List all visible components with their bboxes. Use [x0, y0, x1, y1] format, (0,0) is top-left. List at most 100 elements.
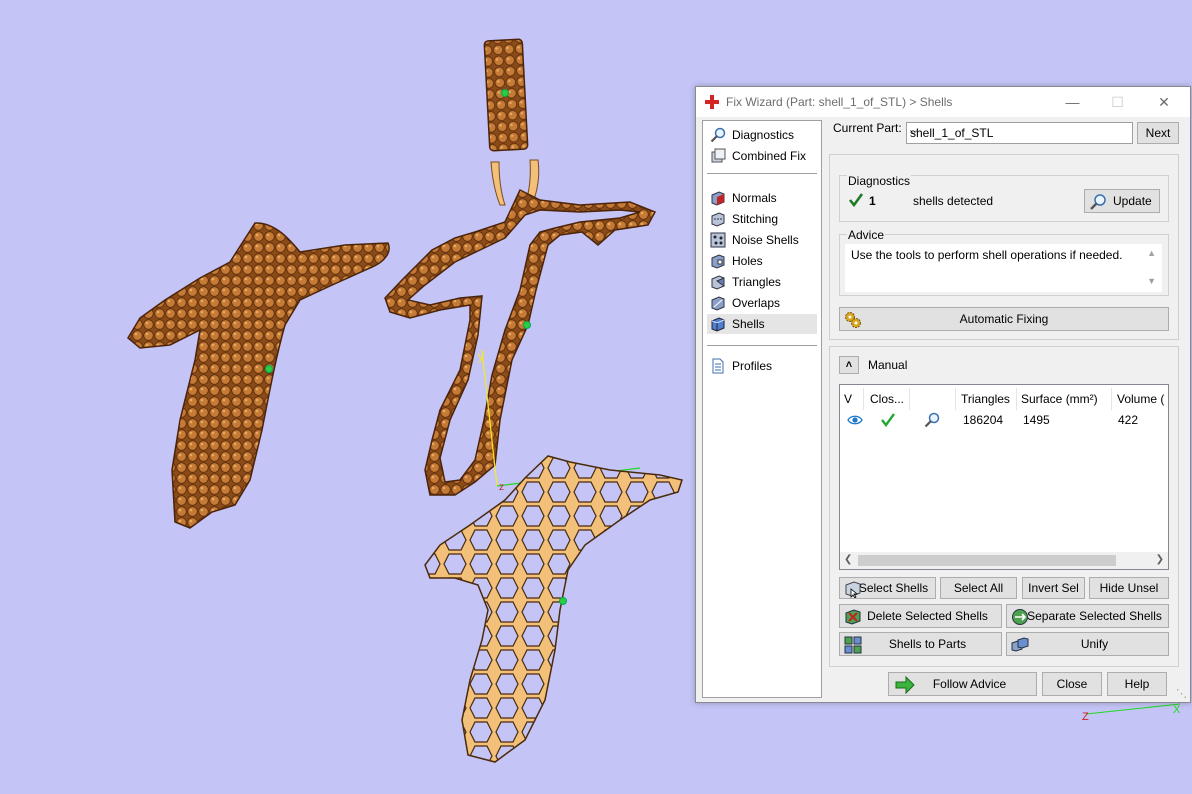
closed-checkmark-icon [881, 413, 895, 427]
scroll-up-icon[interactable]: ▲ [1147, 248, 1156, 258]
horizontal-scrollbar[interactable]: ❮ ❯ [840, 552, 1168, 569]
resize-grip-icon[interactable]: ⋱ [1176, 687, 1187, 700]
close-button[interactable]: Close [1042, 672, 1102, 696]
green-arrow-icon [895, 676, 915, 694]
nav-divider [707, 345, 817, 346]
automatic-fixing-label: Automatic Fixing [959, 312, 1049, 326]
nav-item-shells[interactable]: Shells [707, 314, 817, 334]
help-button[interactable]: Help [1107, 672, 1167, 696]
nav-item-overlaps[interactable]: Overlaps [707, 293, 817, 313]
row-surface: 1495 [1023, 413, 1050, 427]
nav-item-label: Overlaps [732, 296, 781, 310]
hide-unselected-button[interactable]: Hide Unsel [1089, 577, 1169, 599]
select-shells-button[interactable]: Select Shells [839, 577, 936, 599]
advice-text: Use the tools to perform shell operation… [851, 248, 1123, 262]
unify-label: Unify [1080, 637, 1109, 651]
nav-item-profiles[interactable]: Profiles [707, 356, 817, 376]
fix-wizard-dialog: Fix Wizard (Part: shell_1_of_STL) > Shel… [695, 86, 1191, 703]
nav-item-label: Profiles [732, 359, 773, 373]
nav-item-label: Shells [732, 317, 765, 331]
middle-outline-part [384, 188, 657, 496]
honeycomb-part-marker [559, 597, 567, 605]
bail-marker [501, 89, 509, 97]
chevron-up-icon: ˄ [845, 359, 853, 371]
separate-selected-shells-button[interactable]: Separate Selected Shells [1006, 604, 1169, 628]
shells-to-parts-button[interactable]: Shells to Parts [839, 632, 1002, 656]
shells-table[interactable]: V Clos... Triangles Surface (mm²) Volume… [839, 384, 1169, 570]
nav-item-label: Stitching [732, 212, 779, 226]
chevron-down-icon: ⌵ [910, 126, 918, 137]
delete-selected-label: Delete Selected Shells [867, 609, 988, 623]
nav-item-diagnostics[interactable]: Diagnostics [707, 125, 817, 145]
document-icon [712, 358, 724, 374]
magnifier-icon [1090, 194, 1106, 210]
overlaps-cube-icon [711, 296, 725, 311]
row-volume: 422 [1118, 413, 1139, 427]
update-button[interactable]: Update [1084, 189, 1160, 213]
shell-count: 1 [869, 194, 876, 208]
eye-icon[interactable] [847, 413, 863, 427]
delete-cube-icon [845, 609, 861, 625]
nav-item-holes[interactable]: Holes [707, 251, 817, 271]
triangles-cube-icon [711, 275, 725, 290]
nav-item-normals[interactable]: Normals [707, 188, 817, 208]
corner-axis-x-label: X [1173, 704, 1181, 716]
normals-cube-icon [711, 191, 725, 206]
table-row[interactable]: 186204 1495 422 [840, 385, 1168, 435]
update-label: Update [1113, 194, 1152, 208]
select-shells-label: Select Shells [858, 581, 929, 595]
select-all-button[interactable]: Select All [940, 577, 1017, 599]
left-beaded-part [127, 222, 390, 529]
row-triangles: 186204 [963, 413, 1004, 427]
nav-item-stitching[interactable]: Stitching [707, 209, 817, 229]
window-title: Fix Wizard (Part: shell_1_of_STL) > Shel… [726, 95, 953, 109]
nav-item-label: Normals [732, 191, 777, 205]
left-part-marker [265, 365, 273, 373]
scroll-right-icon[interactable]: ❯ [1156, 554, 1164, 565]
maximize-button[interactable]: ☐ [1095, 87, 1140, 117]
magnifier-icon [710, 127, 726, 143]
corner-axis-z-label: Z [1082, 711, 1089, 723]
collapse-manual-button[interactable]: ˄ [839, 356, 859, 374]
current-part-label: Current Part: [833, 121, 902, 135]
follow-advice-label: Follow Advice [932, 677, 1007, 691]
nav-item-label: Holes [732, 254, 763, 268]
nav-item-label: Triangles [732, 275, 781, 289]
combined-fix-icon [711, 148, 726, 163]
advice-group-label: Advice [847, 228, 886, 242]
gears-icon [845, 312, 861, 328]
separate-icon [1012, 609, 1028, 625]
cube-select-icon [845, 581, 861, 598]
follow-advice-button[interactable]: Follow Advice [888, 672, 1037, 696]
red-cross-icon [705, 95, 719, 109]
delete-selected-shells-button[interactable]: Delete Selected Shells [839, 604, 1002, 628]
close-window-button[interactable]: ✕ [1140, 87, 1188, 117]
shells-cube-icon [711, 317, 725, 332]
diagnostics-group-label: Diagnostics [847, 174, 912, 188]
unify-cubes-icon [1011, 637, 1029, 652]
nav-divider [707, 173, 817, 174]
middle-part-marker [523, 321, 531, 329]
separate-selected-label: Separate Selected Shells [1027, 609, 1162, 623]
nav-item-combined-fix[interactable]: Combined Fix [707, 146, 817, 166]
invert-selection-button[interactable]: Invert Sel [1022, 577, 1085, 599]
scrollbar-thumb[interactable] [858, 555, 1116, 566]
unify-button[interactable]: Unify [1006, 632, 1169, 656]
nav-item-label: Diagnostics [732, 128, 795, 142]
advice-text-area[interactable]: Use the tools to perform shell operation… [844, 243, 1163, 293]
scroll-down-icon[interactable]: ▼ [1147, 276, 1156, 286]
nav-item-noise-shells[interactable]: Noise Shells [707, 230, 817, 250]
nav-item-triangles[interactable]: Triangles [707, 272, 817, 292]
corner-axis-x [1085, 703, 1181, 715]
inspect-magnifier-icon[interactable] [924, 412, 940, 428]
minimize-button[interactable]: — [1050, 87, 1095, 117]
checkmark-icon [848, 193, 864, 208]
next-button[interactable]: Next [1137, 122, 1179, 144]
title-bar: Fix Wizard (Part: shell_1_of_STL) > Shel… [696, 87, 1190, 117]
scroll-left-icon[interactable]: ❮ [844, 554, 852, 565]
local-axis-z-label: z [499, 482, 504, 493]
automatic-fixing-button[interactable]: Automatic Fixing [839, 307, 1169, 331]
shells-to-parts-label: Shells to Parts [888, 637, 967, 651]
current-part-dropdown[interactable]: shell_1_of_STL ⌵ [906, 122, 1133, 144]
fix-category-nav: Diagnostics Combined Fix Normals Stitchi… [702, 120, 822, 698]
